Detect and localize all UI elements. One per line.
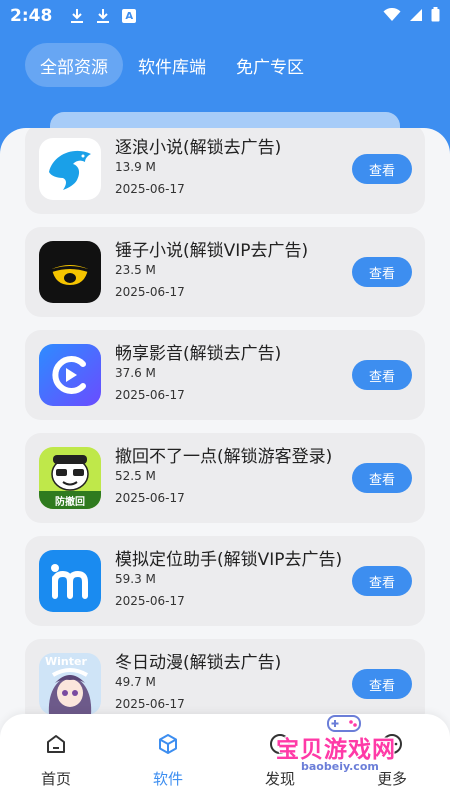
app-title: 冬日动漫(解锁去广告)	[115, 653, 282, 673]
view-button[interactable]: 查看	[352, 566, 412, 596]
nav-label: 首页	[40, 770, 71, 788]
dolphin-icon	[39, 138, 101, 200]
view-button[interactable]: 查看	[352, 669, 412, 699]
app-size: 37.6 M	[115, 366, 156, 380]
anime-girl-icon: Winter	[39, 653, 101, 715]
download-icon	[96, 8, 110, 24]
signal-icon	[409, 7, 423, 26]
cube-icon	[156, 732, 180, 760]
status-time: 2:48	[10, 6, 53, 26]
nav-home[interactable]: 首页	[16, 732, 96, 789]
app-title: 模拟定位助手(解锁VIP去广告)	[115, 550, 343, 570]
watermark-text: 宝贝游戏网	[276, 737, 396, 763]
watermark-url: baobeiy.com	[298, 760, 382, 773]
battery-icon	[431, 6, 440, 26]
icon-caption: 防撤回	[55, 497, 85, 508]
app-date: 2025-06-17	[115, 594, 185, 608]
status-bar: 2:48 A	[0, 0, 450, 32]
app-card[interactable]: 模拟定位助手(解锁VIP去广告) 59.3 M 2025-06-17 查看	[25, 536, 425, 626]
app-title: 畅享影音(解锁去广告)	[115, 344, 282, 364]
content-panel: 逐浪小说(解锁去广告) 13.9 M 2025-06-17 查看 锤子小说(解锁…	[0, 128, 450, 800]
play-c-icon	[39, 344, 101, 406]
view-button[interactable]: 查看	[352, 257, 412, 287]
view-button[interactable]: 查看	[352, 463, 412, 493]
view-button[interactable]: 查看	[352, 154, 412, 184]
app-card[interactable]: 锤子小说(解锁VIP去广告) 23.5 M 2025-06-17 查看	[25, 227, 425, 317]
app-date: 2025-06-17	[115, 697, 185, 711]
category-tabs: 全部资源 软件库端 免广专区	[25, 43, 319, 87]
app-card[interactable]: 畅享影音(解锁去广告) 37.6 M 2025-06-17 查看	[25, 330, 425, 420]
app-title: 逐浪小说(解锁去广告)	[115, 138, 282, 158]
app-card[interactable]: 防撤回 撤回不了一点(解锁游客登录) 52.5 M 2025-06-17 查看	[25, 433, 425, 523]
tab-ad-free[interactable]: 免广专区	[221, 43, 319, 87]
app-date: 2025-06-17	[115, 491, 185, 505]
app-title: 撤回不了一点(解锁游客登录)	[115, 447, 333, 467]
m-letter-icon	[39, 550, 101, 612]
app-size: 59.3 M	[115, 572, 156, 586]
tab-software-library[interactable]: 软件库端	[123, 43, 221, 87]
eye-icon	[39, 241, 101, 303]
app-list: 逐浪小说(解锁去广告) 13.9 M 2025-06-17 查看 锤子小说(解锁…	[25, 128, 425, 742]
view-button[interactable]: 查看	[352, 360, 412, 390]
notification-badge-icon: A	[122, 9, 137, 23]
icon-caption: Winter	[45, 655, 87, 668]
app-size: 13.9 M	[115, 160, 156, 174]
app-size: 23.5 M	[115, 263, 156, 277]
app-title: 锤子小说(解锁VIP去广告)	[115, 241, 309, 261]
app-size: 52.5 M	[115, 469, 156, 483]
home-icon	[44, 732, 68, 760]
tab-all-resources[interactable]: 全部资源	[25, 43, 123, 87]
app-card[interactable]: 逐浪小说(解锁去广告) 13.9 M 2025-06-17 查看	[25, 128, 425, 214]
download-icon	[70, 8, 84, 24]
watermark: 宝贝游戏网 baobeiy.com	[268, 708, 428, 778]
nav-label: 软件	[152, 770, 183, 788]
nav-software[interactable]: 软件	[128, 732, 208, 789]
app-date: 2025-06-17	[115, 388, 185, 402]
cartoon-icon: 防撤回	[39, 447, 101, 509]
app-date: 2025-06-17	[115, 182, 185, 196]
app-size: 49.7 M	[115, 675, 156, 689]
app-date: 2025-06-17	[115, 285, 185, 299]
wifi-icon	[383, 7, 401, 26]
